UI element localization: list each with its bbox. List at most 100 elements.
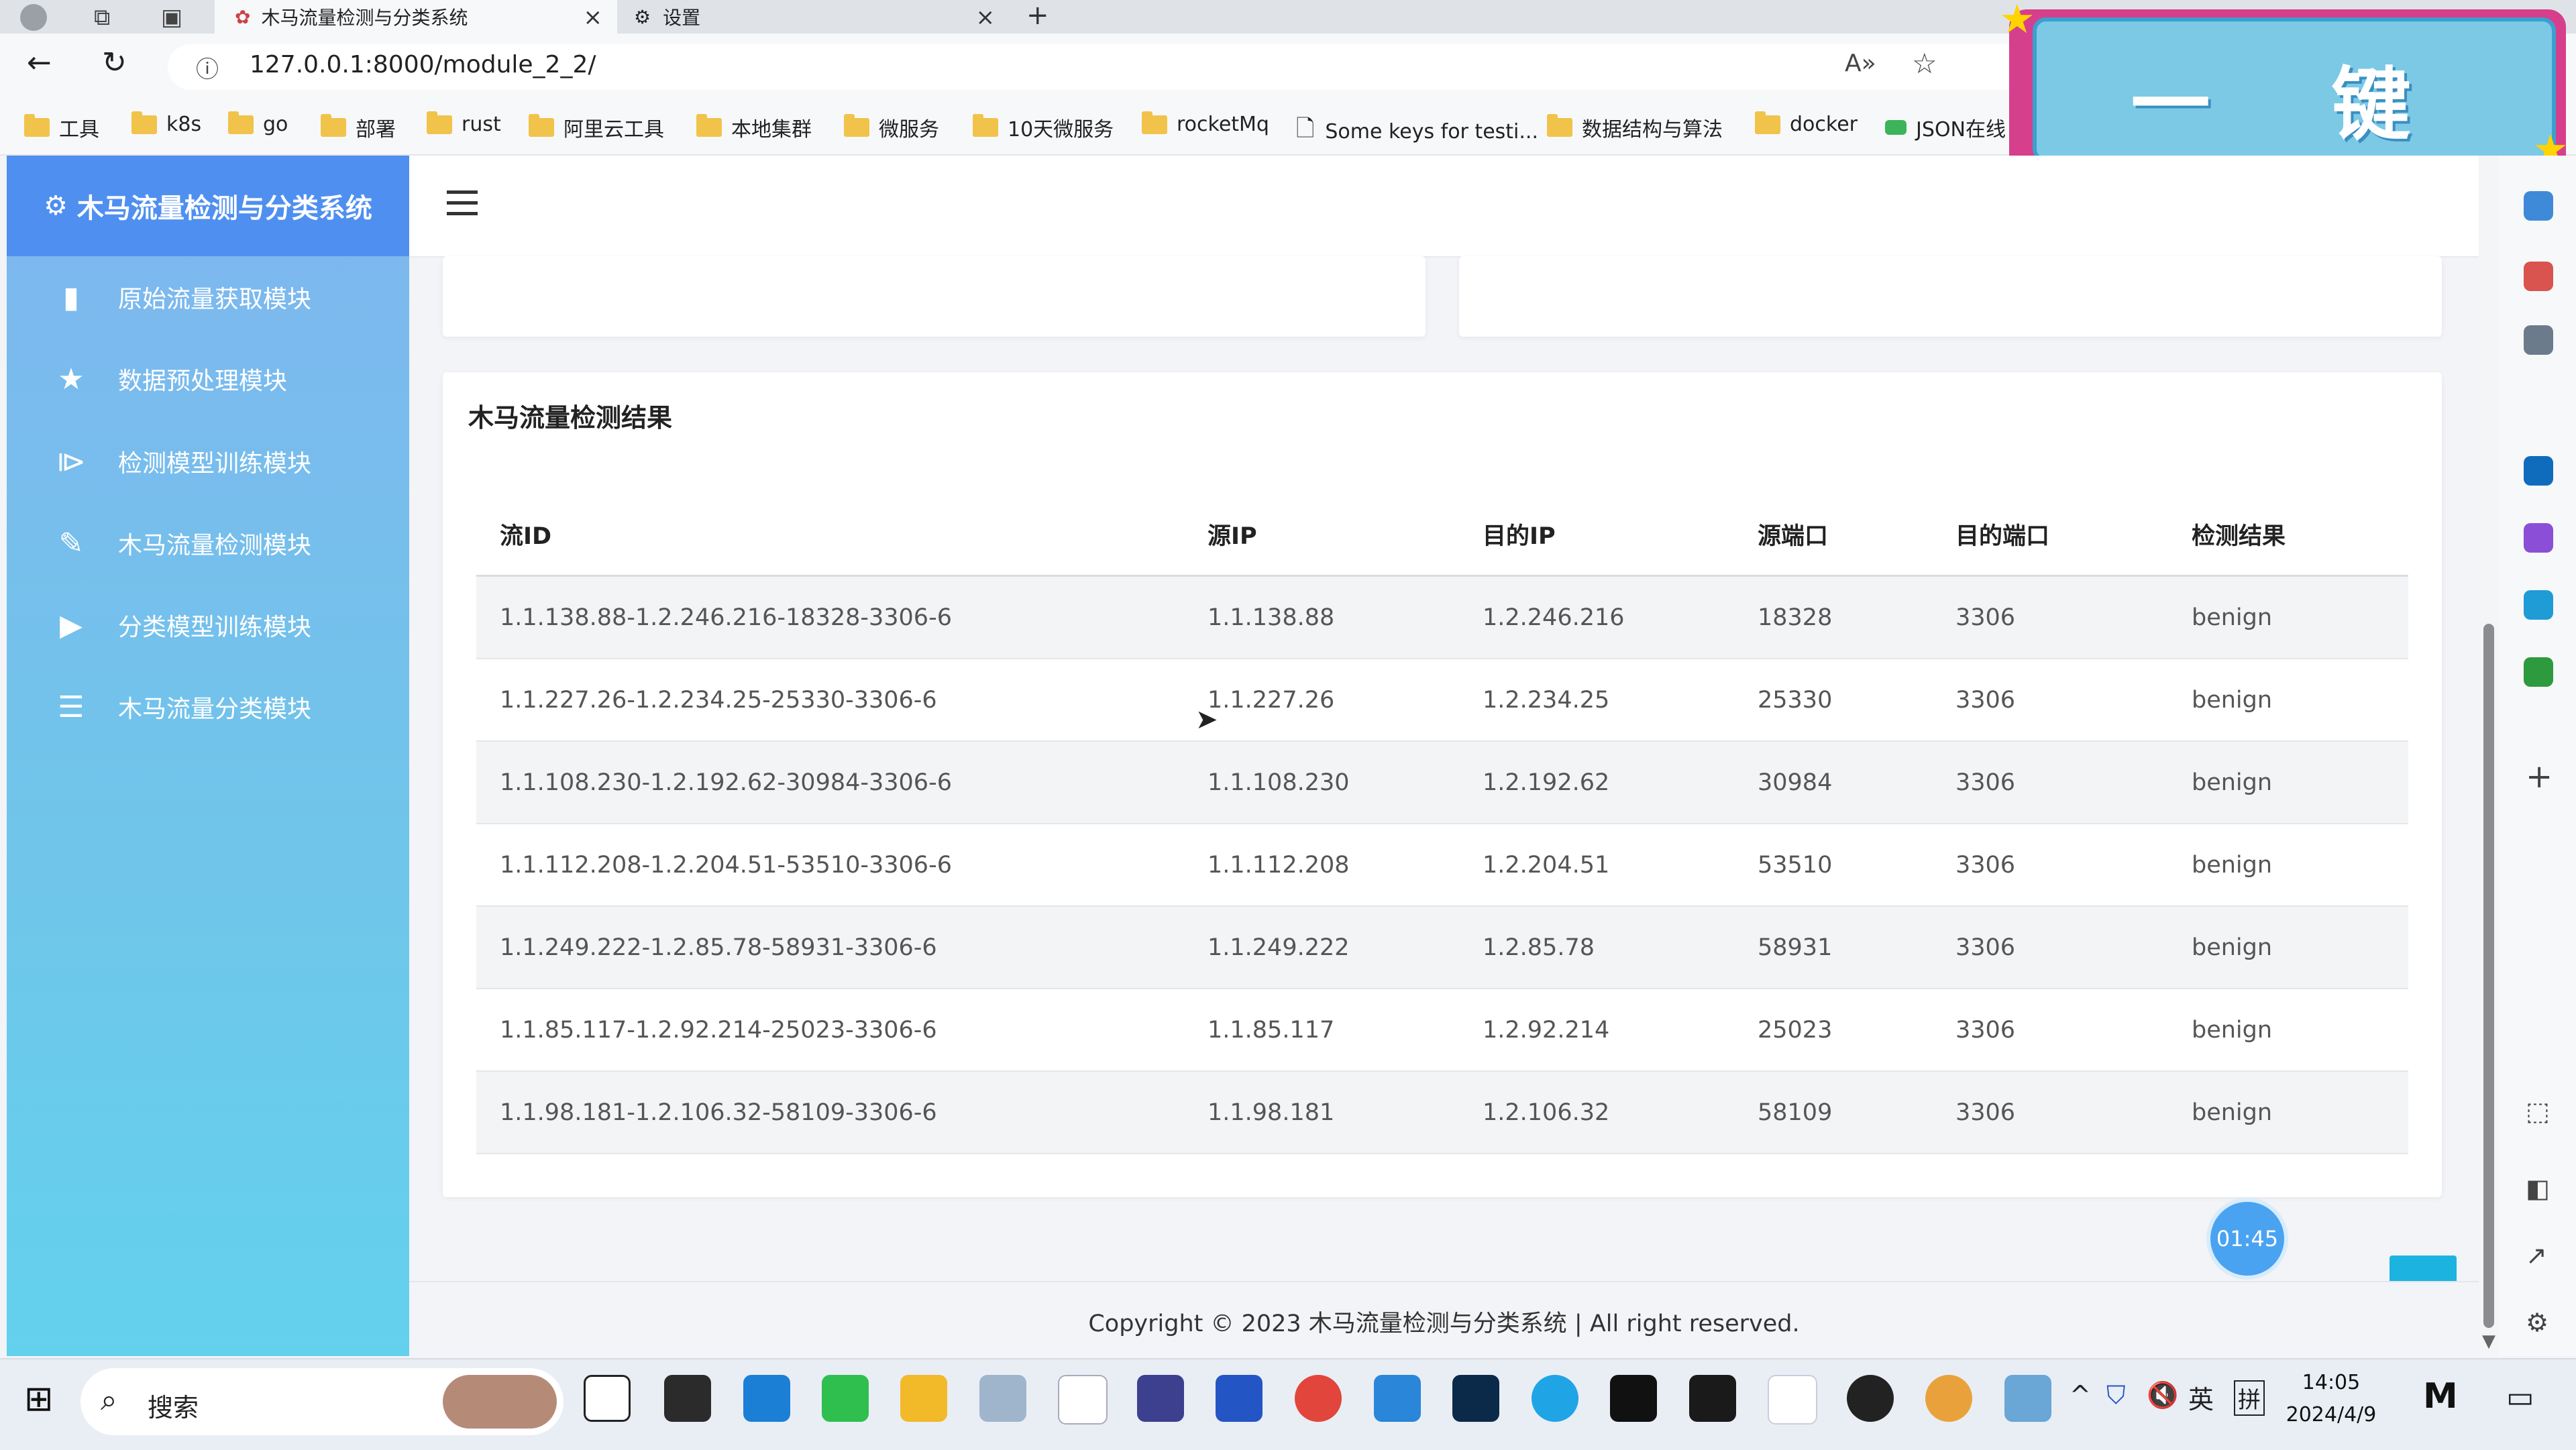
console-icon[interactable] [1610, 1375, 1657, 1422]
folder-icon [1755, 111, 1780, 134]
folder-icon [321, 114, 346, 137]
table-row[interactable]: 1.1.85.117-1.2.92.214-25023-3306-6 1.1.8… [476, 989, 2408, 1072]
result-cell: benign [2168, 659, 2408, 742]
column-header-dst-ip[interactable]: 目的IP [1459, 493, 1734, 577]
tree-icon[interactable] [2524, 657, 2553, 687]
toolbox-icon[interactable] [2524, 262, 2553, 291]
bookmark-item[interactable]: 工具 [24, 113, 99, 142]
notification-icon[interactable]: ▭ [2506, 1380, 2534, 1414]
ime-mode[interactable]: 拼 [2234, 1380, 2265, 1416]
send-icon[interactable] [2524, 590, 2553, 620]
settings-icon[interactable]: ⚙ [2526, 1308, 2548, 1337]
color-app-icon[interactable] [1925, 1375, 1972, 1422]
volume-muted-icon[interactable]: 🔇 [2147, 1380, 2178, 1410]
qq-icon[interactable] [1847, 1375, 1894, 1422]
task-view-icon[interactable] [584, 1375, 631, 1422]
refresh-icon[interactable]: ↻ [102, 46, 127, 80]
tab-active[interactable]: ✿ 木马流量检测与分类系统 × [215, 0, 617, 34]
close-tab-icon[interactable]: × [584, 4, 603, 31]
tab-title: 木马流量检测与分类系统 [261, 7, 468, 29]
sidebar-item-raw-traffic[interactable]: ▮ 原始流量获取模块 [7, 264, 409, 331]
table-row[interactable]: 1.1.112.208-1.2.204.51-53510-3306-6 1.1.… [476, 824, 2408, 907]
column-header-src-ip[interactable]: 源IP [1184, 493, 1459, 577]
profile-avatar[interactable] [20, 4, 47, 31]
new-tab-button[interactable]: + [1026, 0, 1049, 31]
wechat-icon[interactable] [822, 1375, 869, 1422]
word-cloud-icon[interactable] [1058, 1375, 1108, 1425]
table-row[interactable]: 1.1.138.88-1.2.246.216-18328-3306-6 1.1.… [476, 575, 2408, 659]
file-explorer-icon[interactable] [900, 1375, 947, 1422]
back-icon[interactable]: ← [27, 46, 52, 80]
read-aloud-icon[interactable]: A» [1845, 50, 1876, 77]
network-monitor-icon[interactable] [2524, 325, 2553, 355]
sidebar-item-detect-train[interactable]: ⧐ 检测模型训练模块 [7, 428, 409, 495]
bookmark-item[interactable]: docker [1755, 111, 1858, 136]
column-header-dst-port[interactable]: 目的端口 [1932, 493, 2168, 577]
browser-app-icon[interactable] [1532, 1375, 1578, 1422]
bookmark-item[interactable]: 🗋 Some keys for testi... [1296, 113, 1538, 151]
pycharm-icon[interactable] [1689, 1375, 1736, 1422]
table-row[interactable]: 1.1.98.181-1.2.106.32-58109-3306-6 1.1.9… [476, 1071, 2408, 1154]
close-tab-icon[interactable]: × [976, 4, 996, 31]
bookmark-item[interactable]: go [228, 111, 288, 136]
image-viewer-icon[interactable] [979, 1375, 1026, 1422]
notes-app-icon[interactable] [2004, 1375, 2051, 1422]
sidebar-item-classify[interactable]: ☰ 木马流量分类模块 [7, 673, 409, 740]
network-app-icon[interactable] [1768, 1375, 1817, 1425]
bookmark-item[interactable]: 微服务 [844, 113, 939, 142]
taskbar-clock[interactable]: 14:05 2024/4/9 [2281, 1367, 2381, 1431]
vpn-icon[interactable] [1216, 1375, 1263, 1422]
column-header-result[interactable]: 检测结果 [2168, 493, 2408, 577]
column-header-src-port[interactable]: 源端口 [1734, 493, 1932, 577]
table-row[interactable]: 1.1.227.26-1.2.234.25-25330-3306-6 1.1.2… [476, 659, 2408, 742]
designer-icon[interactable] [2524, 523, 2553, 553]
result-cell: benign [2168, 906, 2408, 989]
sidebar-header[interactable]: ⚙ 木马流量检测与分类系统 [7, 156, 409, 256]
bookmark-item[interactable]: 数据结构与算法 [1547, 113, 1723, 142]
bookmark-item[interactable]: 10天微服务 [973, 113, 1114, 142]
table-row[interactable]: 1.1.249.222-1.2.85.78-58931-3306-6 1.1.2… [476, 906, 2408, 989]
dst-port-cell: 3306 [1932, 906, 2168, 989]
sidebar-item-label: 木马流量分类模块 [118, 695, 312, 723]
feishu-icon[interactable] [1374, 1375, 1421, 1422]
windows-start-icon[interactable]: ⊞ [24, 1379, 54, 1419]
bookmark-item[interactable]: 部署 [321, 113, 396, 142]
bookmark-item[interactable]: rust [427, 111, 501, 136]
scroll-down-icon[interactable]: ▼ [2482, 1331, 2496, 1351]
bookmark-item[interactable]: k8s [131, 111, 201, 136]
tray-shield-icon[interactable]: ⛉ [2106, 1380, 2126, 1410]
bookmark-item[interactable]: JSON在线 [1885, 113, 2006, 142]
cat-app-icon[interactable] [1137, 1375, 1184, 1422]
input-language[interactable]: 英 [2188, 1379, 2214, 1416]
site-info-icon[interactable]: ⓘ [196, 51, 219, 84]
extension-icon[interactable] [2524, 191, 2553, 221]
scrollbar-thumb[interactable] [2483, 624, 2494, 1328]
column-header-flow-id[interactable]: 流ID [476, 493, 1184, 577]
m-app-icon[interactable]: M [2423, 1376, 2458, 1416]
tray-chevron-up-icon[interactable]: ^ [2070, 1380, 2091, 1410]
bookmark-item[interactable]: 阿里云工具 [529, 113, 664, 142]
workspaces-icon[interactable]: ⧉ [94, 4, 110, 31]
copyright-text: Copyright © 2023 木马流量检测与分类系统 | All right… [1088, 1310, 1800, 1337]
favorite-star-icon[interactable]: ☆ [1912, 47, 1937, 80]
chrome-icon[interactable] [1295, 1375, 1342, 1422]
screenshot-icon[interactable]: ⬚ [2526, 1097, 2550, 1126]
sidebar-item-preprocess[interactable]: ★ 数据预处理模块 [7, 345, 409, 412]
table-row[interactable]: 1.1.108.230-1.2.192.62-30984-3306-6 1.1.… [476, 741, 2408, 824]
tab-settings[interactable]: ⚙ 设置 × [621, 0, 1010, 34]
sidebar-item-classify-train[interactable]: ▶ 分类模型训练模块 [7, 592, 409, 659]
external-link-icon[interactable]: ↗ [2526, 1241, 2547, 1270]
sidebar-item-detect[interactable]: ✎ 木马流量检测模块 [7, 510, 409, 577]
taskbar-search[interactable]: ⌕ 搜索 [80, 1368, 564, 1435]
add-icon[interactable]: + [2526, 758, 2553, 795]
vertical-tabs-icon[interactable]: ▣ [161, 4, 182, 31]
bookmark-item[interactable]: 本地集群 [696, 113, 812, 142]
terminal-icon[interactable] [664, 1375, 711, 1422]
edge-icon[interactable] [743, 1375, 790, 1422]
sidebar-toggle-icon[interactable]: ◧ [2526, 1174, 2550, 1203]
bookmark-item[interactable]: rocketMq [1142, 111, 1269, 136]
page-icon: 🗋 [1296, 115, 1315, 142]
outlook-icon[interactable] [2524, 456, 2553, 486]
menu-toggle-icon[interactable] [443, 181, 483, 221]
xmind-icon[interactable] [1452, 1375, 1499, 1422]
